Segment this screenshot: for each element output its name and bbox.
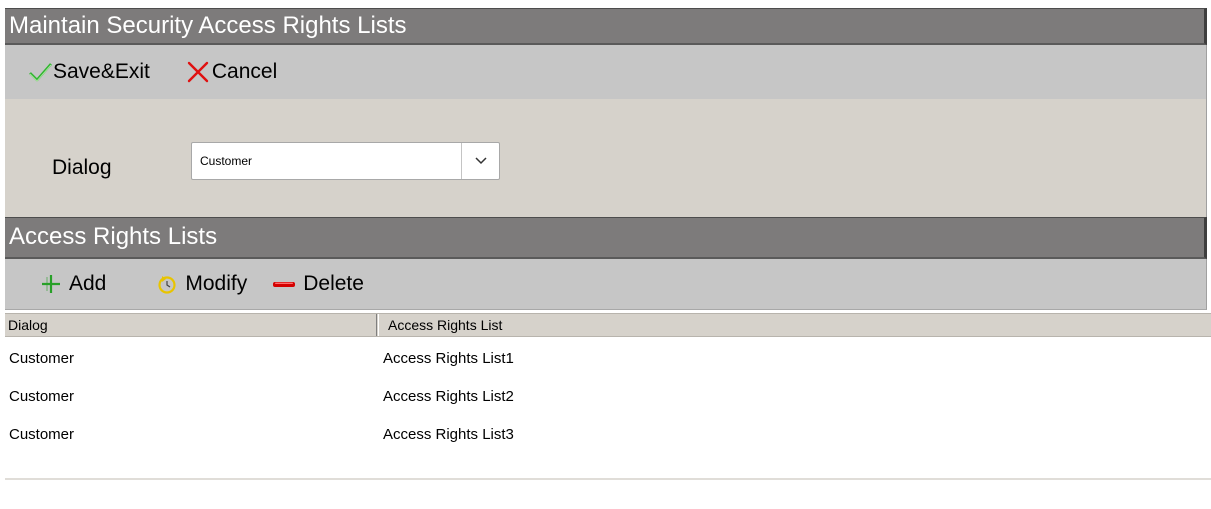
- cell-dialog: Customer: [9, 388, 75, 405]
- cell-access-rights-list: Access Rights List3: [383, 426, 514, 443]
- table-row[interactable]: Customer Access Rights List1: [0, 349, 1211, 385]
- add-button[interactable]: Add: [40, 272, 106, 296]
- checkmark-icon: [27, 61, 53, 83]
- cancel-label: Cancel: [211, 60, 278, 83]
- dialog-select[interactable]: Customer: [191, 142, 500, 180]
- window-title-bar: Maintain Security Access Rights Lists: [5, 8, 1207, 45]
- grid-header: Dialog Access Rights List: [5, 313, 1211, 337]
- column-header-dialog[interactable]: Dialog: [5, 314, 377, 336]
- list-toolbar: Add Modify Delete: [5, 259, 1207, 310]
- cancel-button[interactable]: Cancel: [186, 60, 277, 84]
- main-toolbar: Save&Exit Cancel: [5, 45, 1207, 99]
- cell-dialog: Customer: [9, 350, 75, 367]
- dialog-select-dropdown-button[interactable]: [461, 143, 499, 179]
- dialog-label: Dialog: [52, 156, 112, 179]
- modify-label: Modify: [185, 272, 248, 295]
- chevron-down-icon: [474, 152, 487, 170]
- delete-button[interactable]: Delete: [271, 272, 364, 296]
- dialog-form-panel: Dialog Customer: [5, 99, 1207, 217]
- grid-bottom-divider: [5, 478, 1211, 480]
- column-header-access-rights-list[interactable]: Access Rights List: [378, 314, 1211, 336]
- save-exit-label: Save&Exit: [53, 60, 150, 83]
- add-label: Add: [69, 272, 107, 295]
- table-row[interactable]: Customer Access Rights List2: [0, 387, 1211, 423]
- section-title: Access Rights Lists: [9, 223, 218, 250]
- minus-icon: [271, 273, 297, 295]
- x-cross-icon: [186, 61, 210, 83]
- window-title: Maintain Security Access Rights Lists: [9, 12, 407, 39]
- dialog-select-value: Customer: [200, 154, 253, 168]
- plus-icon: [40, 273, 62, 295]
- save-exit-button[interactable]: Save&Exit: [27, 60, 150, 84]
- refresh-icon: [156, 273, 178, 295]
- window-top-edge: [0, 0, 1211, 8]
- cell-dialog: Customer: [9, 426, 75, 443]
- modify-button[interactable]: Modify: [156, 272, 247, 296]
- cell-access-rights-list: Access Rights List1: [383, 350, 514, 367]
- delete-label: Delete: [303, 272, 364, 295]
- access-rights-section-header: Access Rights Lists: [5, 217, 1207, 259]
- table-row[interactable]: Customer Access Rights List3: [0, 425, 1211, 461]
- cell-access-rights-list: Access Rights List2: [383, 388, 514, 405]
